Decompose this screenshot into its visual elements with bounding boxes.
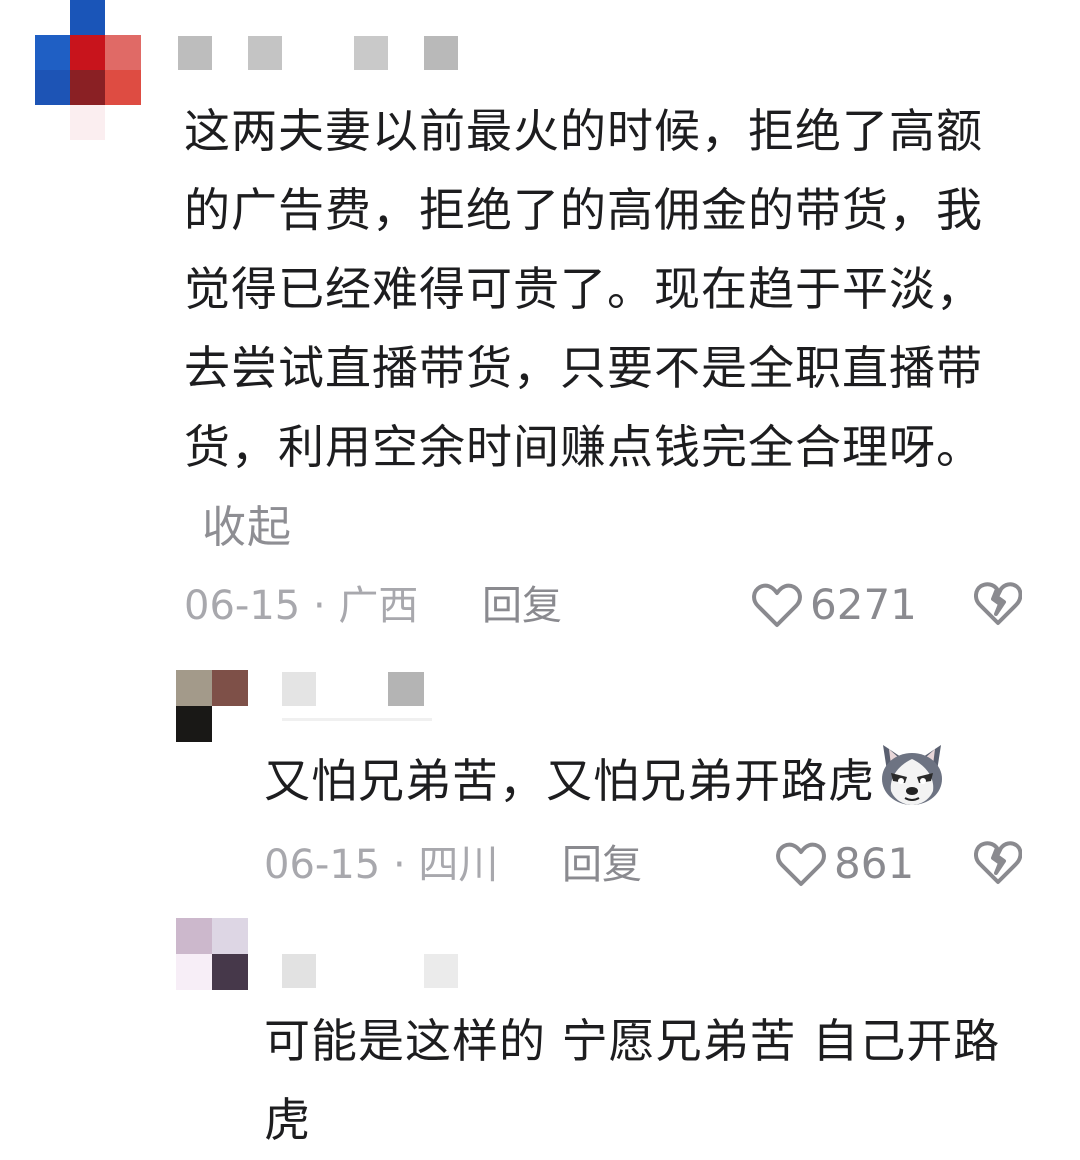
heart-outline-icon (776, 842, 826, 886)
meta-separator: · (312, 583, 326, 629)
meta-separator: · (392, 842, 406, 888)
husky-emoji-icon (877, 743, 947, 831)
avatar[interactable] (35, 0, 141, 140)
comment-body: 这两夫妻以前最火的时候，拒绝了高额的广告费，拒绝了的高佣金的带货，我觉得已经难得… (184, 104, 983, 474)
comment-meta: 06-15 · 广西 (184, 584, 418, 628)
broken-heart-icon (974, 841, 1023, 884)
comment-text: 这两夫妻以前最火的时候，拒绝了高额的广告费，拒绝了的高佣金的带货，我觉得已经难得… (184, 92, 1024, 567)
comment-meta: 06-15 · 四川 (264, 843, 498, 887)
comment-date: 06-15 (264, 842, 381, 888)
broken-heart-icon (974, 582, 1023, 625)
comment-location: 四川 (418, 842, 499, 888)
username-pixelated[interactable] (282, 954, 462, 990)
dislike-button[interactable] (974, 580, 1023, 630)
dislike-button[interactable] (974, 839, 1023, 889)
comment-text: 可能是这样的 宁愿兄弟苦 自己开路虎 (264, 1002, 1024, 1160)
comment-location: 广西 (338, 583, 419, 629)
comment-body: 又怕兄弟苦，又怕兄弟开路虎 (264, 754, 875, 808)
collapse-link[interactable]: 收起 (202, 502, 292, 553)
like-button[interactable]: 6271 (752, 580, 917, 629)
username-pixelated[interactable] (282, 672, 432, 722)
like-button[interactable]: 861 (776, 839, 914, 888)
reply-button[interactable]: 回复 (562, 843, 642, 887)
like-count: 6271 (810, 580, 917, 629)
avatar[interactable] (176, 918, 248, 990)
comment-date: 06-15 (184, 583, 301, 629)
reply-button[interactable]: 回复 (482, 584, 562, 628)
username-pixelated[interactable] (178, 36, 463, 72)
comment-text: 又怕兄弟苦，又怕兄弟开路虎 (264, 742, 1024, 831)
like-count: 861 (834, 839, 915, 888)
avatar[interactable] (176, 670, 248, 742)
heart-outline-icon (752, 583, 802, 627)
comment-body: 可能是这样的 宁愿兄弟苦 自己开路虎 (264, 1014, 1001, 1147)
